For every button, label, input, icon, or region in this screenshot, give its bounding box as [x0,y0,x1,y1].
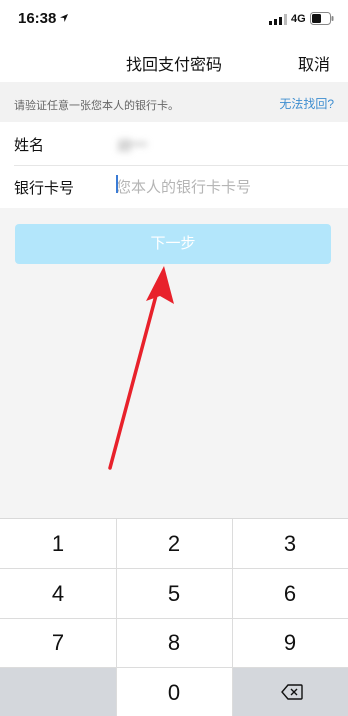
card-verification-form: 姓名 胡*** 银行卡号 [0,122,348,208]
battery-icon [310,12,334,25]
cannot-recover-link[interactable]: 无法找回? [279,95,334,112]
key-0[interactable]: 0 [116,668,232,716]
signal-icon [269,14,287,25]
status-time: 16:38 [18,10,57,27]
name-row: 姓名 胡*** [0,122,348,165]
keypad-divider [0,568,348,569]
key-4[interactable]: 4 [0,569,116,619]
key-7[interactable]: 7 [0,618,116,668]
numeric-keypad: 1 2 3 4 5 6 7 8 9 0 [0,518,348,716]
annotation-arrow-icon [108,266,174,470]
hint-row: 请验证任意一张您本人的银行卡。 无法找回? [0,82,348,122]
hint-text: 请验证任意一张您本人的银行卡。 [14,100,179,112]
key-5[interactable]: 5 [116,569,232,619]
keypad-divider [116,519,117,716]
delete-key[interactable] [232,667,348,716]
key-1[interactable]: 1 [0,519,116,569]
key-3[interactable]: 3 [232,519,348,569]
network-label: 4G [291,13,306,25]
keypad-divider [232,519,233,716]
text-caret [116,175,118,193]
card-number-row[interactable]: 银行卡号 [0,165,348,208]
key-blank [0,667,116,716]
key-2[interactable]: 2 [116,519,232,569]
cancel-button[interactable]: 取消 [298,51,330,75]
status-bar: 16:38 4G [0,0,348,40]
keypad-divider [0,667,348,668]
card-number-input[interactable] [116,173,336,201]
key-9[interactable]: 9 [232,618,348,668]
key-8[interactable]: 8 [116,618,232,668]
key-6[interactable]: 6 [232,569,348,619]
keypad-divider [0,617,348,619]
page-title: 找回支付密码 [125,57,222,74]
name-label: 姓名 [14,137,45,154]
nav-bar: 找回支付密码 取消 [0,40,348,82]
card-number-label: 银行卡号 [14,180,75,197]
name-value: 胡*** [117,138,148,154]
backspace-icon [281,683,303,700]
location-arrow-icon [60,14,68,22]
